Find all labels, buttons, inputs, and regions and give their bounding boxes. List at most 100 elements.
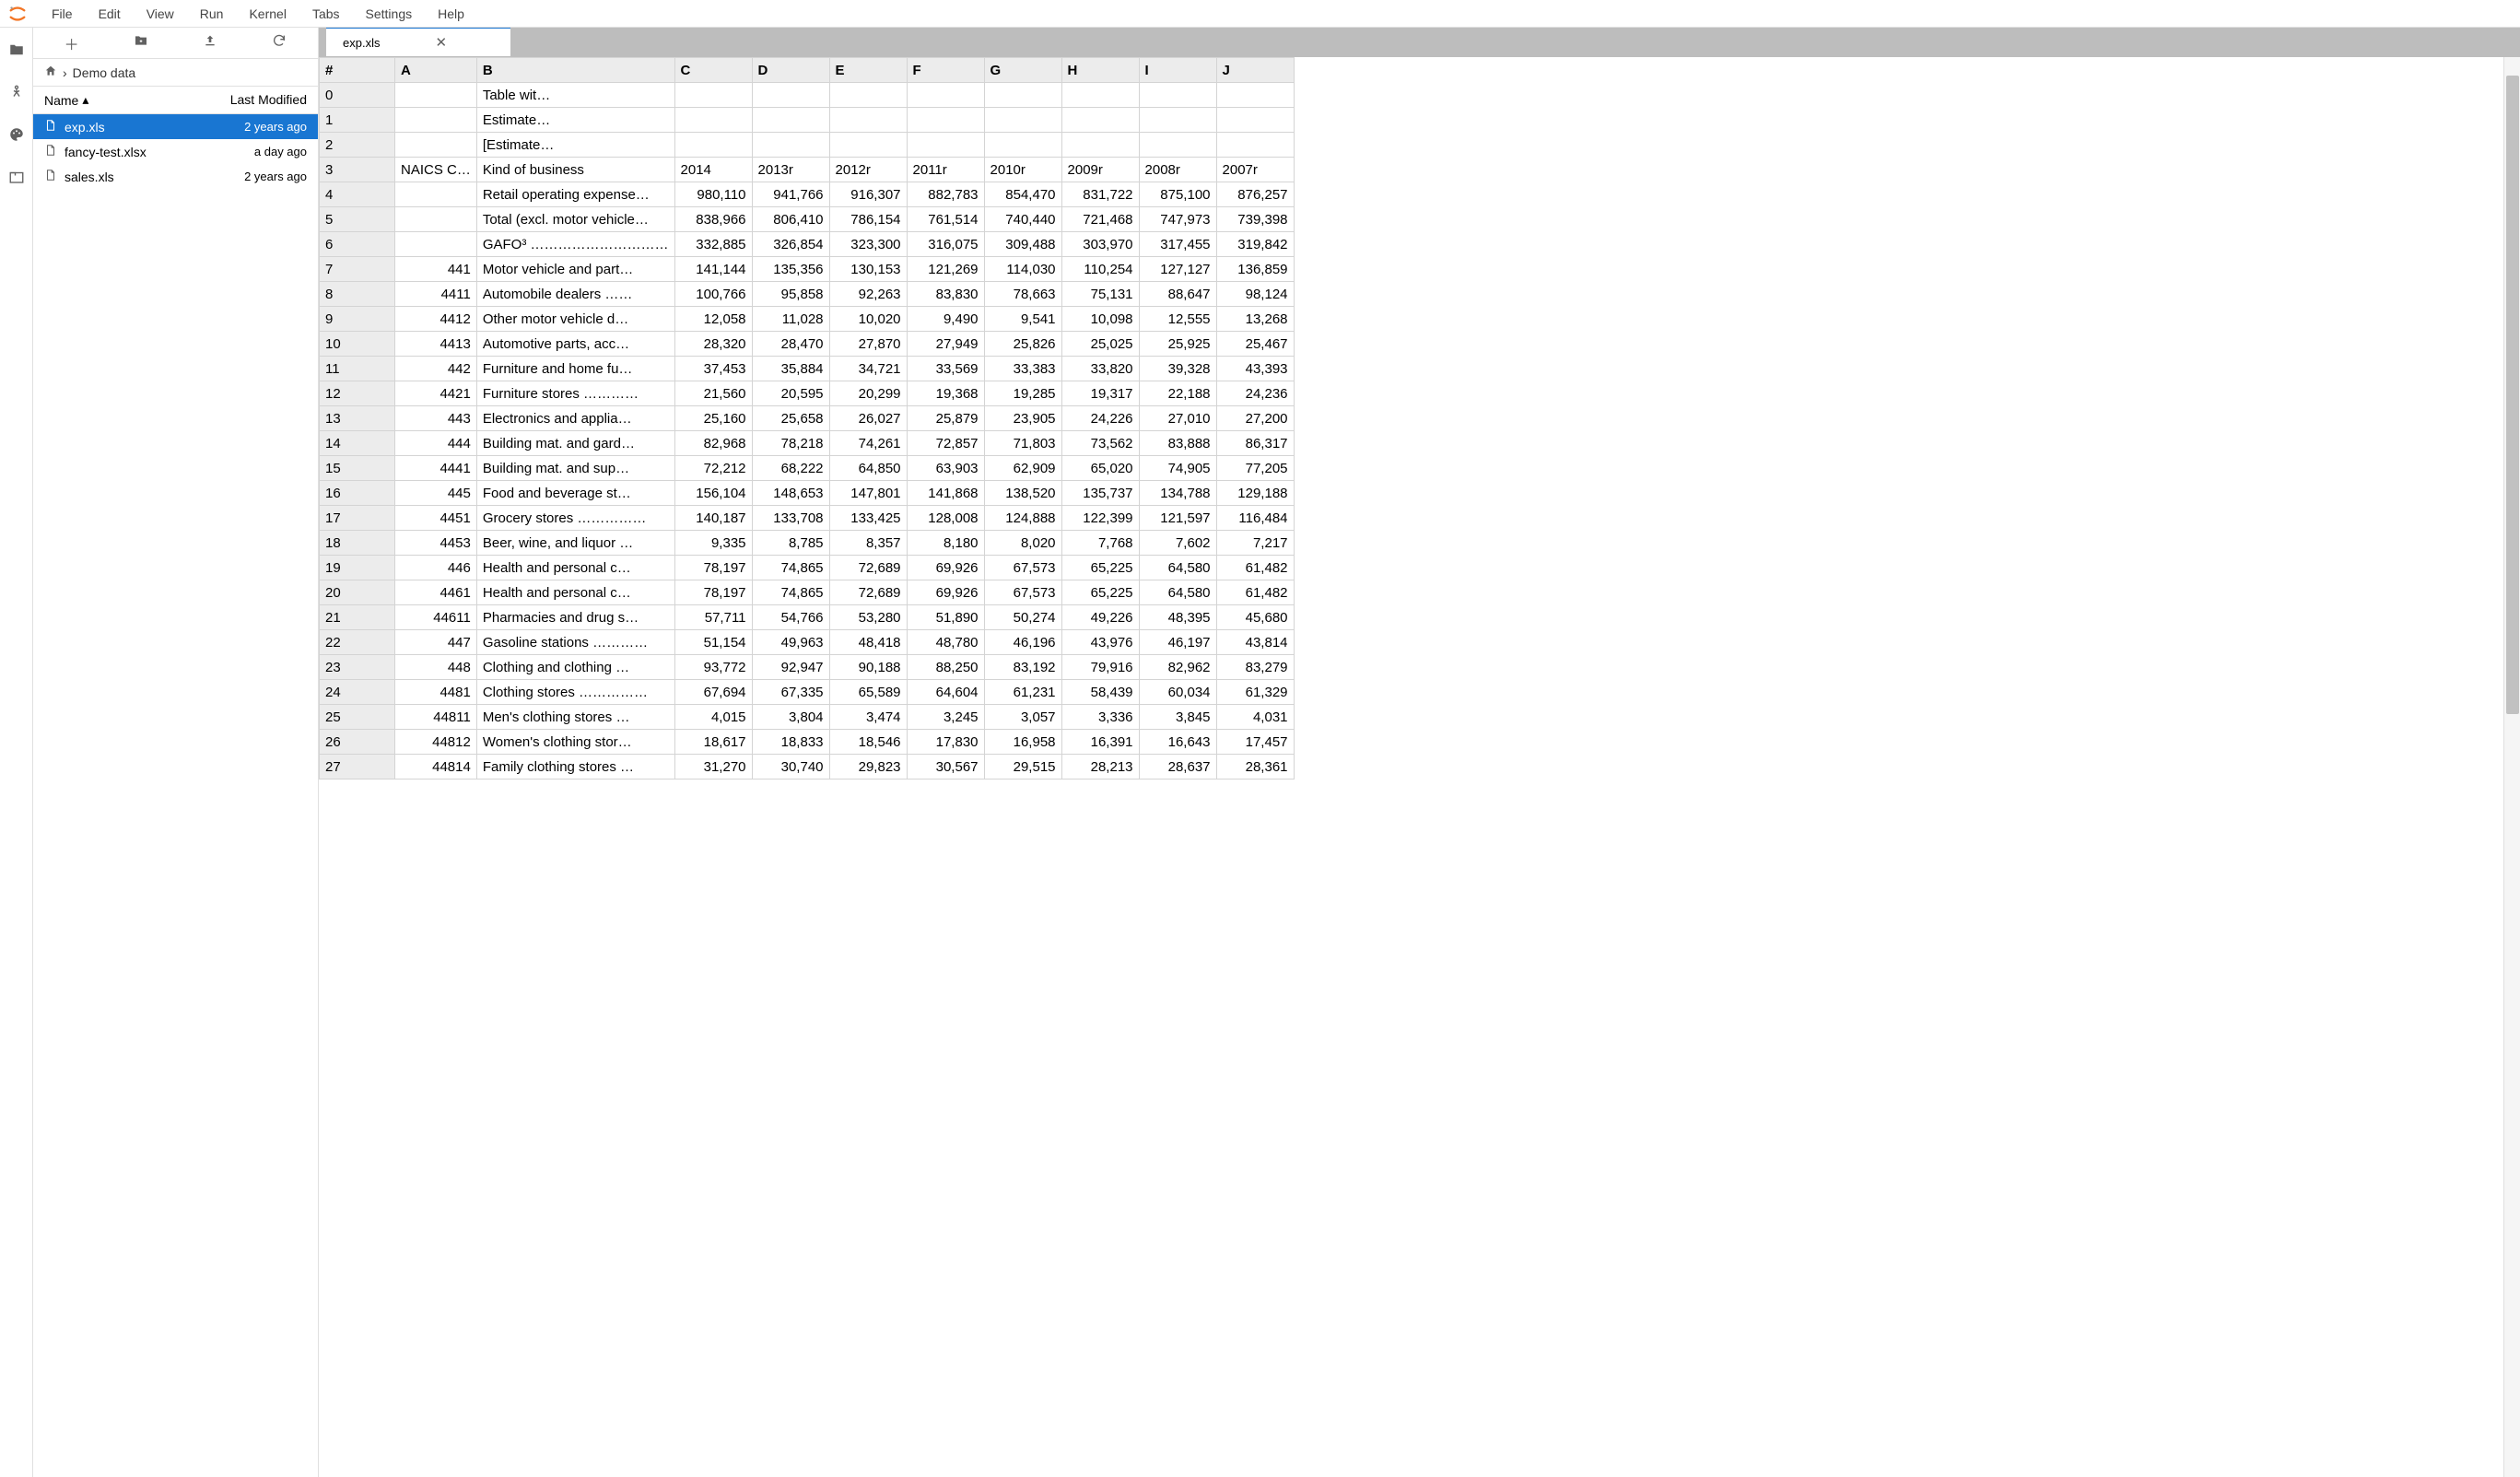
cell[interactable]: 441: [395, 257, 477, 282]
cell[interactable]: [674, 108, 752, 133]
cell[interactable]: 980,110: [674, 182, 752, 207]
cell[interactable]: [1216, 108, 1294, 133]
cell[interactable]: 140,187: [674, 506, 752, 531]
cell[interactable]: 326,854: [752, 232, 829, 257]
cell[interactable]: [395, 232, 477, 257]
upload-button[interactable]: [195, 29, 225, 56]
cell[interactable]: 45,680: [1216, 605, 1294, 630]
cell[interactable]: 133,708: [752, 506, 829, 531]
cell[interactable]: 20,595: [752, 381, 829, 406]
cell[interactable]: 74,865: [752, 580, 829, 605]
cell[interactable]: 74,261: [829, 431, 907, 456]
cell[interactable]: 72,857: [907, 431, 984, 456]
row-header[interactable]: 17: [320, 506, 395, 531]
cell[interactable]: 446: [395, 556, 477, 580]
row-header[interactable]: 4: [320, 182, 395, 207]
row-header[interactable]: 23: [320, 655, 395, 680]
cell[interactable]: [1061, 83, 1139, 108]
cell[interactable]: [752, 108, 829, 133]
cell[interactable]: 121,597: [1139, 506, 1216, 531]
cell[interactable]: Estimate…: [476, 108, 674, 133]
cell[interactable]: 48,780: [907, 630, 984, 655]
cell[interactable]: 4461: [395, 580, 477, 605]
cell[interactable]: 29,823: [829, 755, 907, 780]
cell[interactable]: 50,274: [984, 605, 1061, 630]
column-header[interactable]: J: [1216, 58, 1294, 83]
sort-by-name[interactable]: Name▴: [44, 92, 88, 108]
cell[interactable]: Total (excl. motor vehicle…: [476, 207, 674, 232]
cell[interactable]: Automobile dealers ……: [476, 282, 674, 307]
cell[interactable]: 61,482: [1216, 556, 1294, 580]
cell[interactable]: 24,236: [1216, 381, 1294, 406]
cell[interactable]: 135,356: [752, 257, 829, 282]
cell[interactable]: 62,909: [984, 456, 1061, 481]
cell[interactable]: 25,879: [907, 406, 984, 431]
cell[interactable]: [829, 108, 907, 133]
cell[interactable]: 83,279: [1216, 655, 1294, 680]
cell[interactable]: 67,573: [984, 556, 1061, 580]
cell[interactable]: 16,958: [984, 730, 1061, 755]
row-header[interactable]: 9: [320, 307, 395, 332]
cell[interactable]: 141,868: [907, 481, 984, 506]
cell[interactable]: 134,788: [1139, 481, 1216, 506]
column-header[interactable]: B: [476, 58, 674, 83]
column-header[interactable]: G: [984, 58, 1061, 83]
cell[interactable]: 129,188: [1216, 481, 1294, 506]
cell[interactable]: 93,772: [674, 655, 752, 680]
cell[interactable]: 46,196: [984, 630, 1061, 655]
cell[interactable]: 61,482: [1216, 580, 1294, 605]
menu-run[interactable]: Run: [187, 3, 237, 25]
cell[interactable]: 64,604: [907, 680, 984, 705]
cell[interactable]: 12,058: [674, 307, 752, 332]
breadcrumb-item[interactable]: Demo data: [73, 65, 135, 80]
cell[interactable]: 747,973: [1139, 207, 1216, 232]
cell[interactable]: Family clothing stores …: [476, 755, 674, 780]
cell[interactable]: [674, 83, 752, 108]
row-header[interactable]: 24: [320, 680, 395, 705]
cell[interactable]: 448: [395, 655, 477, 680]
row-header[interactable]: 18: [320, 531, 395, 556]
row-header[interactable]: 8: [320, 282, 395, 307]
cell[interactable]: 9,490: [907, 307, 984, 332]
cell[interactable]: Furniture stores …………: [476, 381, 674, 406]
cell[interactable]: 78,197: [674, 556, 752, 580]
cell[interactable]: 4481: [395, 680, 477, 705]
row-header[interactable]: 16: [320, 481, 395, 506]
cell[interactable]: 82,968: [674, 431, 752, 456]
row-header[interactable]: 27: [320, 755, 395, 780]
cell[interactable]: 121,269: [907, 257, 984, 282]
cell[interactable]: 13,268: [1216, 307, 1294, 332]
cell[interactable]: 92,263: [829, 282, 907, 307]
home-icon[interactable]: [44, 64, 57, 80]
cell[interactable]: 20,299: [829, 381, 907, 406]
column-header[interactable]: H: [1061, 58, 1139, 83]
cell[interactable]: 43,976: [1061, 630, 1139, 655]
cell[interactable]: 10,098: [1061, 307, 1139, 332]
cell[interactable]: 447: [395, 630, 477, 655]
cell[interactable]: 303,970: [1061, 232, 1139, 257]
cell[interactable]: 83,192: [984, 655, 1061, 680]
cell[interactable]: 98,124: [1216, 282, 1294, 307]
cell[interactable]: 28,361: [1216, 755, 1294, 780]
cell[interactable]: 64,580: [1139, 580, 1216, 605]
row-header[interactable]: 2: [320, 133, 395, 158]
cell[interactable]: 7,768: [1061, 531, 1139, 556]
cell[interactable]: 43,393: [1216, 357, 1294, 381]
row-header[interactable]: 7: [320, 257, 395, 282]
cell[interactable]: 9,335: [674, 531, 752, 556]
cell[interactable]: 442: [395, 357, 477, 381]
cell[interactable]: 740,440: [984, 207, 1061, 232]
vertical-scrollbar[interactable]: [2503, 57, 2520, 1477]
cell[interactable]: [1216, 83, 1294, 108]
cell[interactable]: 67,694: [674, 680, 752, 705]
file-item[interactable]: sales.xls2 years ago: [33, 164, 318, 189]
cell[interactable]: 27,870: [829, 332, 907, 357]
cell[interactable]: 761,514: [907, 207, 984, 232]
cell[interactable]: 11,028: [752, 307, 829, 332]
sort-by-modified[interactable]: Last Modified: [230, 92, 307, 108]
cell[interactable]: NAICS C…: [395, 158, 477, 182]
cell[interactable]: [395, 207, 477, 232]
row-header[interactable]: 11: [320, 357, 395, 381]
cell[interactable]: 4421: [395, 381, 477, 406]
cell[interactable]: 916,307: [829, 182, 907, 207]
